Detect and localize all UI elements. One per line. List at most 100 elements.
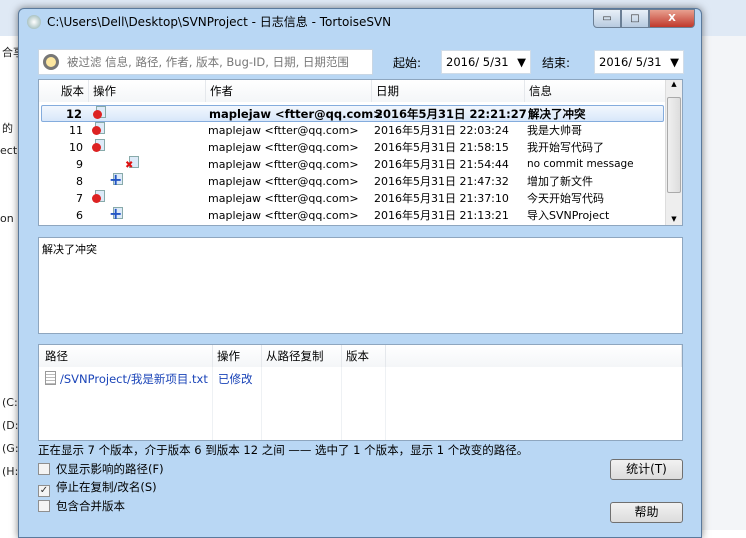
- author: maplejaw <ftter@qq.com>: [208, 158, 359, 171]
- col-path[interactable]: 路径: [39, 345, 213, 367]
- option-label: 仅显示影响的路径(F): [56, 462, 164, 476]
- date: 2016年5月31日 21:58:15: [374, 141, 509, 154]
- revision: 8: [76, 175, 83, 188]
- message: 导入SVNProject: [527, 209, 610, 222]
- path-row[interactable]: /SVNProject/我是新项目.txt 已修改: [45, 371, 665, 387]
- path-value: /SVNProject/我是新项目.txt: [60, 372, 208, 386]
- col-message[interactable]: 信息: [525, 80, 666, 102]
- option-include-merged[interactable]: 包含合并版本: [38, 498, 125, 514]
- log-list[interactable]: 版本 操作 作者 日期 信息 12 maplejaw <ftter@qq.com…: [38, 79, 683, 226]
- title-bar: C:\Users\Dell\Desktop\SVNProject - 日志信息 …: [27, 13, 391, 30]
- filter-placeholder: 被过滤 信息, 路径, 作者, 版本, Bug-ID, 日期, 日期范围: [67, 55, 349, 69]
- bg-text: (D:: [2, 419, 19, 432]
- message-text: 解决了冲突: [42, 243, 97, 256]
- deleted-icon: [125, 156, 139, 174]
- revision: 9: [76, 158, 83, 171]
- col-action[interactable]: 操作: [89, 80, 206, 102]
- author: maplejaw <ftter@qq.com>: [208, 192, 359, 205]
- added-icon: [109, 205, 123, 222]
- added-icon: [109, 171, 123, 188]
- modified-icon: [92, 139, 105, 152]
- message: 今天开始写代码: [527, 192, 604, 205]
- checkbox[interactable]: [38, 500, 50, 512]
- author: maplejaw <ftter@qq.com>: [209, 107, 383, 121]
- option-affected-paths[interactable]: 仅显示影响的路径(F): [38, 461, 164, 477]
- end-label: 结束:: [542, 56, 571, 70]
- revision: 7: [76, 192, 83, 205]
- log-row[interactable]: 10 maplejaw <ftter@qq.com> 2016年5月31日 21…: [41, 139, 664, 156]
- revision: 6: [76, 209, 83, 222]
- col-author[interactable]: 作者: [206, 80, 372, 102]
- log-scrollbar[interactable]: ▲ ▼: [665, 80, 682, 225]
- bg-text: (H:: [2, 465, 19, 478]
- bg-text: (G:: [2, 442, 19, 455]
- modified-icon: [92, 190, 105, 203]
- option-stop-on-copy[interactable]: ✓ 停止在复制/改名(S): [38, 479, 157, 497]
- path-action: 已修改: [218, 372, 253, 386]
- end-date-picker[interactable]: 2016/ 5/31 ▼: [594, 50, 684, 74]
- log-row[interactable]: 12 maplejaw <ftter@qq.com> 2016年5月31日 22…: [41, 105, 664, 122]
- date: 2016年5月31日 21:54:44: [374, 158, 509, 171]
- checkbox-checked[interactable]: ✓: [38, 485, 50, 497]
- dropdown-arrow-icon: ▼: [670, 55, 679, 69]
- start-date-value: 2016/ 5/31: [446, 55, 509, 69]
- modified-icon: [93, 106, 106, 119]
- option-label: 包含合并版本: [56, 499, 125, 513]
- date: 2016年5月31日 21:37:10: [374, 192, 509, 205]
- date: 2016年5月31日 22:21:27: [375, 107, 527, 121]
- scroll-down-icon[interactable]: ▼: [666, 215, 682, 223]
- bg-text: on: [0, 212, 14, 225]
- start-date-picker[interactable]: 2016/ 5/31 ▼: [441, 50, 531, 74]
- checkbox[interactable]: [38, 463, 50, 475]
- message: 增加了新文件: [527, 175, 593, 188]
- col-path-action[interactable]: 操作: [213, 345, 262, 367]
- maximize-button[interactable]: □: [621, 9, 649, 28]
- revision: 11: [69, 124, 83, 137]
- log-row[interactable]: 6 maplejaw <ftter@qq.com> 2016年5月31日 21:…: [41, 205, 664, 224]
- date: 2016年5月31日 21:13:21: [374, 209, 509, 222]
- date: 2016年5月31日 21:47:32: [374, 175, 509, 188]
- message: 解决了冲突: [528, 107, 586, 121]
- minimize-button[interactable]: ▭: [593, 9, 621, 28]
- col-revision[interactable]: 版本: [39, 80, 89, 102]
- dropdown-arrow-icon: ▼: [517, 55, 526, 69]
- author: maplejaw <ftter@qq.com>: [208, 141, 359, 154]
- col-date[interactable]: 日期: [372, 80, 525, 102]
- bg-text: ect: [0, 144, 18, 157]
- end-date-value: 2016/ 5/31: [599, 55, 662, 69]
- revision: 10: [69, 141, 83, 154]
- message: 我开始写代码了: [527, 141, 604, 154]
- message: no commit message: [527, 158, 634, 170]
- search-icon[interactable]: [43, 54, 59, 70]
- log-row[interactable]: 11 maplejaw <ftter@qq.com> 2016年5月31日 22…: [41, 122, 664, 139]
- revision: 12: [65, 107, 82, 121]
- window-title: C:\Users\Dell\Desktop\SVNProject - 日志信息 …: [47, 15, 392, 29]
- bg-text: 的: [2, 122, 13, 135]
- modified-icon: [92, 122, 105, 135]
- close-button[interactable]: X: [649, 9, 695, 28]
- help-button[interactable]: 帮助: [610, 502, 683, 523]
- author: maplejaw <ftter@qq.com>: [208, 124, 359, 137]
- scroll-up-icon[interactable]: ▲: [666, 80, 682, 88]
- option-label: 停止在复制/改名(S): [56, 480, 157, 494]
- author: maplejaw <ftter@qq.com>: [208, 175, 359, 188]
- scroll-thumb[interactable]: [667, 97, 681, 193]
- status-text: 正在显示 7 个版本，介于版本 6 到版本 12 之间 —— 选中了 1 个版本…: [38, 443, 529, 457]
- author: maplejaw <ftter@qq.com>: [208, 209, 359, 222]
- text-file-icon: [45, 371, 56, 385]
- message: 我是大帅哥: [527, 124, 582, 137]
- tortoisesvn-icon: [27, 14, 41, 29]
- log-row[interactable]: 7 maplejaw <ftter@qq.com> 2016年5月31日 21:…: [41, 190, 664, 207]
- col-path-rev[interactable]: 版本: [342, 345, 386, 367]
- message-box[interactable]: 解决了冲突: [38, 237, 683, 334]
- changed-paths-list[interactable]: 路径 操作 从路径复制 版本 /SVNProject/我是新项目.txt 已修改: [38, 344, 683, 441]
- filter-input[interactable]: 被过滤 信息, 路径, 作者, 版本, Bug-ID, 日期, 日期范围: [38, 49, 373, 75]
- bg-text: (C:: [2, 396, 18, 409]
- col-copyfrom[interactable]: 从路径复制: [262, 345, 342, 367]
- date: 2016年5月31日 22:03:24: [374, 124, 509, 137]
- start-label: 起始:: [393, 56, 422, 70]
- log-row[interactable]: 9 maplejaw <ftter@qq.com> 2016年5月31日 21:…: [41, 156, 664, 174]
- log-row[interactable]: 8 maplejaw <ftter@qq.com> 2016年5月31日 21:…: [41, 171, 664, 190]
- log-dialog: C:\Users\Dell\Desktop\SVNProject - 日志信息 …: [18, 8, 702, 538]
- statistics-button[interactable]: 统计(T): [610, 459, 683, 480]
